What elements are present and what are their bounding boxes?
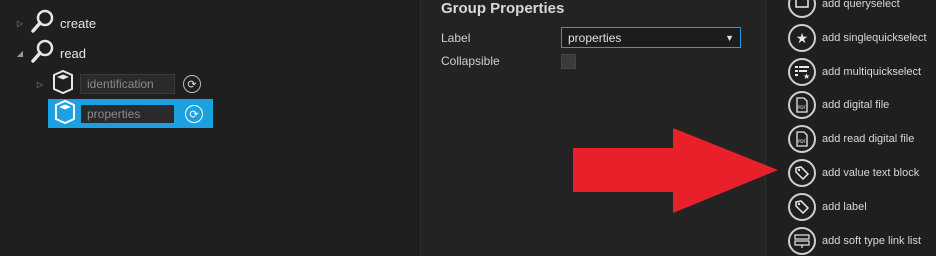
palette-item-digital-file[interactable]: PDF add digital file [788,90,889,120]
collapsible-checkbox[interactable] [561,54,576,69]
tree-item-label: read [60,45,87,61]
tag-icon [788,159,816,187]
palette-item-queryselect[interactable]: add queryselect [788,0,900,19]
palette-pane: add queryselect ★ add singlequickselect … [765,0,936,256]
collapsible-caption: Collapsible [441,54,500,68]
refresh-icon[interactable]: ⟳ [183,75,201,93]
pdf-file-icon: PDF [788,91,816,119]
palette-item-value-text-block[interactable]: add value text block [788,158,919,188]
svg-text:PDF: PDF [798,105,806,110]
label-caption: Label [441,31,471,45]
svg-text:★: ★ [803,72,810,80]
chevron-down-icon: ▼ [725,32,734,43]
palette-item-multiquickselect[interactable]: ★ add multiquickselect [788,57,921,87]
link-list-icon [788,227,816,255]
palette-item-singlequickselect[interactable]: ★ add singlequickselect [788,23,927,53]
tree-item-label: create [60,15,97,31]
annotation-arrow [573,128,778,213]
tree-item-create[interactable]: ▷ create [14,9,96,37]
tree-item-properties[interactable]: properties ⟳ [48,99,203,130]
palette-item-label: add value text block [822,167,920,179]
palette-item-label: add digital file [822,99,890,111]
panel-title: Group Properties [441,0,565,17]
tree-item-read[interactable]: ◢ read [14,39,86,67]
palette-item-label-control[interactable]: add label [788,192,867,222]
node-name-input[interactable]: identification [80,74,175,94]
tree-pane: ▷ create ◢ read ▷ identification ⟳ prope… [0,0,420,256]
expand-icon[interactable]: ▷ [14,19,26,28]
tree-item-identification[interactable]: ▷ identification ⟳ [34,69,201,100]
expand-icon[interactable]: ▷ [34,80,46,89]
search-icon [30,38,56,69]
palette-item-label: add label [822,201,867,213]
svg-text:PDF: PDF [798,139,806,144]
palette-item-read-digital-file[interactable]: PDF add read digital file [788,124,914,154]
tag-icon [788,193,816,221]
palette-item-label: add singlequickselect [822,32,927,44]
refresh-icon[interactable]: ⟳ [185,105,203,123]
label-select[interactable]: properties ▼ [561,27,741,48]
palette-item-label: add multiquickselect [822,66,922,78]
list-star-icon: ★ [788,58,816,86]
select-value: properties [568,30,622,45]
cube-icon [50,69,76,100]
cube-icon [52,99,78,130]
collapse-icon[interactable]: ◢ [14,49,26,58]
search-icon [30,8,56,39]
star-icon: ★ [788,24,816,52]
palette-item-label: add soft type link list [822,235,922,247]
palette-item-label: add read digital file [822,133,915,145]
queryselect-icon [788,0,816,18]
pdf-file-icon: PDF [788,125,816,153]
palette-item-label: add queryselect [822,0,900,10]
palette-item-soft-type-link-list[interactable]: add soft type link list [788,226,921,256]
node-name-input[interactable]: properties [80,104,175,124]
